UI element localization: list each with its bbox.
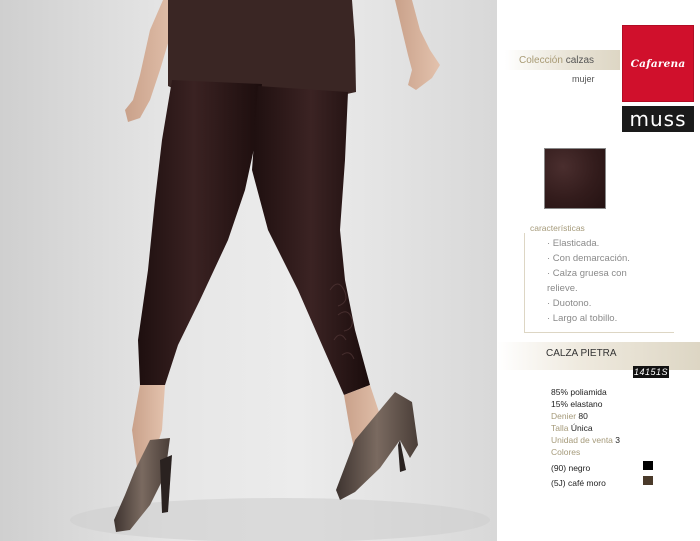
product-specs: 85% poliamida 15% elastano Denier 80 Tal…	[551, 386, 681, 488]
feature-item: · Largo al tobillo.	[547, 313, 618, 324]
colors-label: Colores	[551, 447, 581, 457]
product-code: 14151S	[633, 366, 669, 378]
right-leg	[252, 86, 370, 395]
composition-line: 15% elastano	[551, 399, 603, 409]
collection-title: Colección calzas	[519, 55, 594, 66]
collection-title-accent: Colección	[519, 55, 563, 66]
product-info-panel: Colección calzas mujer Cafarena MUSS car…	[497, 0, 700, 541]
color-option: (5J) café moro	[551, 473, 681, 488]
product-name: CALZA PIETRA	[546, 348, 617, 359]
product-photo	[0, 0, 497, 541]
size-line: Talla Única	[551, 422, 681, 434]
denier-line: Denier 80	[551, 410, 681, 422]
denier-value: 80	[578, 411, 588, 421]
color-option-label: (5J) café moro	[551, 478, 606, 488]
unit-label: Unidad de venta	[551, 435, 613, 445]
model-illustration	[70, 0, 490, 541]
left-leg	[138, 80, 262, 385]
muss-logo: MUSS	[622, 106, 694, 132]
feature-item: · Elasticada.	[547, 238, 600, 249]
fabric-swatch	[544, 148, 606, 209]
color-option-label: (90) negro	[551, 463, 591, 473]
features-list: · Elasticada. · Con demarcación. · Calza…	[547, 236, 667, 326]
right-arm	[395, 0, 440, 90]
color-chip	[643, 476, 653, 485]
feature-item: · Con demarcación.	[547, 253, 630, 264]
collection-subtitle: mujer	[572, 74, 595, 84]
muss-logo-text: MUSS	[629, 107, 687, 131]
feature-item: · Calza gruesa con	[547, 268, 627, 279]
unit-line: Unidad de venta 3	[551, 434, 681, 446]
cafarena-logo-text: Cafarena	[630, 57, 686, 70]
unit-value: 3	[615, 435, 621, 445]
color-chip	[643, 461, 653, 470]
features-label: características	[530, 223, 585, 233]
cafarena-logo: Cafarena	[622, 25, 694, 102]
feature-item: relieve.	[547, 283, 578, 294]
color-option: (90) negro	[551, 458, 681, 473]
collection-title-rest: calzas	[565, 55, 595, 66]
composition-line: 85% poliamida	[551, 387, 607, 397]
size-label: Talla	[551, 423, 569, 433]
feature-item: · Duotono.	[547, 298, 592, 309]
denier-label: Denier	[551, 411, 577, 421]
size-value: Única	[570, 423, 593, 433]
